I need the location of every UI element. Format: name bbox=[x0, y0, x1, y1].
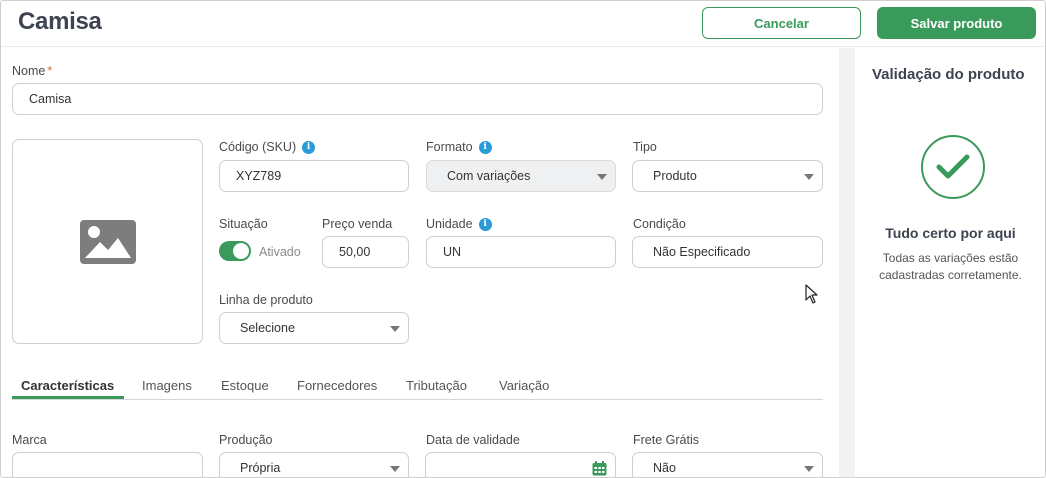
page-header: Camisa Cancelar Salvar produto bbox=[1, 1, 1045, 47]
tab-estoque[interactable]: Estoque bbox=[221, 378, 269, 393]
sku-label: Código (SKU) i bbox=[219, 140, 316, 154]
data-validade-label: Data de validade bbox=[426, 433, 520, 447]
unidade-value: UN bbox=[443, 245, 462, 259]
required-mark: * bbox=[47, 64, 53, 78]
image-icon bbox=[79, 219, 136, 264]
linha-produto-select[interactable]: Selecione bbox=[219, 312, 409, 344]
tipo-value: Produto bbox=[653, 169, 697, 183]
frete-gratis-select[interactable]: Não bbox=[632, 452, 823, 477]
marca-label-text: Marca bbox=[12, 433, 47, 447]
status-circle bbox=[921, 135, 985, 199]
tab-tributacao[interactable]: Tributação bbox=[406, 378, 467, 393]
unidade-input[interactable]: UN bbox=[426, 236, 616, 268]
tab-variacao[interactable]: Variação bbox=[499, 378, 549, 393]
frete-gratis-value: Não bbox=[653, 461, 676, 475]
tab-imagens[interactable]: Imagens bbox=[142, 378, 192, 393]
validation-status-text: Todas as variações estão cadastradas cor… bbox=[879, 251, 1022, 282]
tipo-label-text: Tipo bbox=[633, 140, 657, 154]
nome-label: Nome * bbox=[12, 64, 52, 78]
data-validade-input[interactable] bbox=[425, 452, 616, 477]
producao-select[interactable]: Própria bbox=[219, 452, 409, 477]
info-icon[interactable]: i bbox=[478, 140, 492, 154]
product-image-dropzone[interactable] bbox=[12, 139, 203, 344]
linha-produto-label-text: Linha de produto bbox=[219, 293, 313, 307]
validation-panel: Validação do produto Tudo certo por aqui… bbox=[855, 48, 1045, 477]
data-validade-label-text: Data de validade bbox=[426, 433, 520, 447]
panel-divider bbox=[839, 48, 855, 477]
situacao-label: Situação bbox=[219, 217, 268, 231]
nome-label-text: Nome bbox=[12, 64, 46, 78]
calendar-icon[interactable] bbox=[592, 461, 607, 476]
info-icon[interactable]: i bbox=[302, 140, 316, 154]
formato-label: Formato i bbox=[426, 140, 492, 154]
chevron-down-icon bbox=[804, 174, 814, 180]
tipo-select[interactable]: Produto bbox=[632, 160, 823, 192]
nome-value: Camisa bbox=[29, 92, 72, 106]
product-form: Nome * Camisa Código (SKU) i XYZ789 Forma… bbox=[1, 48, 839, 477]
tipo-label: Tipo bbox=[633, 140, 657, 154]
sku-input[interactable]: XYZ789 bbox=[219, 160, 409, 192]
linha-produto-label: Linha de produto bbox=[219, 293, 313, 307]
active-tab-indicator bbox=[12, 396, 124, 399]
unidade-label-text: Unidade bbox=[426, 217, 473, 231]
preco-venda-value: 50,00 bbox=[339, 245, 371, 259]
marca-input[interactable] bbox=[12, 452, 203, 477]
check-icon bbox=[936, 154, 970, 179]
sku-value: XYZ789 bbox=[236, 169, 282, 183]
product-tabs: Características Imagens Estoque Forneced… bbox=[12, 376, 823, 400]
chevron-down-icon bbox=[597, 174, 607, 180]
situacao-toggle[interactable] bbox=[219, 241, 251, 261]
nome-input[interactable]: Camisa bbox=[12, 83, 823, 115]
formato-select: Com variações bbox=[426, 160, 616, 192]
product-editor-window: Camisa Cancelar Salvar produto Nome * Cam… bbox=[0, 0, 1046, 478]
chevron-down-icon bbox=[390, 326, 400, 332]
info-icon[interactable]: i bbox=[478, 217, 492, 231]
mouse-pointer-icon bbox=[805, 284, 818, 304]
cancel-button[interactable]: Cancelar bbox=[702, 7, 861, 39]
situacao-state: Ativado bbox=[259, 245, 301, 259]
condicao-label: Condição bbox=[633, 217, 686, 231]
preco-venda-label-text: Preço venda bbox=[322, 217, 393, 231]
formato-label-text: Formato bbox=[426, 140, 473, 154]
condicao-label-text: Condição bbox=[633, 217, 686, 231]
chevron-down-icon bbox=[390, 466, 400, 472]
validation-title: Validação do produto bbox=[872, 66, 1025, 83]
chevron-down-icon bbox=[804, 466, 814, 472]
unidade-label: Unidade i bbox=[426, 217, 492, 231]
validation-status-title: Tudo certo por aqui bbox=[885, 225, 1016, 241]
toggle-knob bbox=[233, 243, 249, 259]
preco-venda-input[interactable]: 50,00 bbox=[322, 236, 409, 268]
marca-label: Marca bbox=[12, 433, 47, 447]
producao-label: Produção bbox=[219, 433, 273, 447]
frete-gratis-label: Frete Grátis bbox=[633, 433, 699, 447]
sku-label-text: Código (SKU) bbox=[219, 140, 297, 154]
page-title: Camisa bbox=[18, 8, 102, 35]
situacao-label-text: Situação bbox=[219, 217, 268, 231]
producao-label-text: Produção bbox=[219, 433, 273, 447]
producao-value: Própria bbox=[240, 461, 281, 475]
frete-gratis-label-text: Frete Grátis bbox=[633, 433, 699, 447]
preco-venda-label: Preço venda bbox=[322, 217, 392, 231]
condicao-value: Não Especificado bbox=[653, 245, 751, 259]
condicao-select[interactable]: Não Especificado bbox=[632, 236, 823, 268]
linha-produto-value: Selecione bbox=[240, 321, 295, 335]
formato-value: Com variações bbox=[447, 169, 531, 183]
save-product-button[interactable]: Salvar produto bbox=[877, 7, 1036, 39]
tab-caracteristicas[interactable]: Características bbox=[21, 378, 114, 393]
tab-fornecedores[interactable]: Fornecedores bbox=[297, 378, 377, 393]
